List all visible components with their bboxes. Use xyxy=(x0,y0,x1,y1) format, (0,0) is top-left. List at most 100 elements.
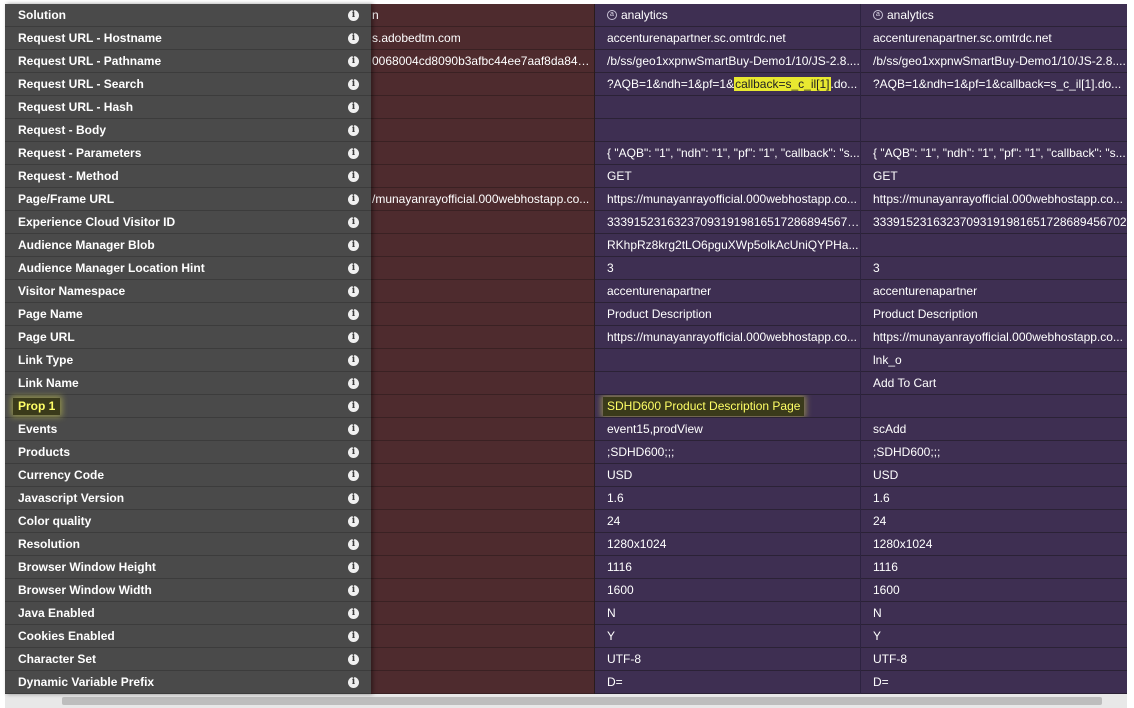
cell-second[interactable] xyxy=(595,96,860,119)
cell-second[interactable]: UTF-8 xyxy=(595,648,860,671)
cell-third[interactable]: ?AQB=1&ndh=1&pf=1&callback=s_c_il[1].do.… xyxy=(861,73,1127,96)
info-icon[interactable]: i xyxy=(348,170,359,182)
cell-second[interactable]: https://munayanrayofficial.000webhostapp… xyxy=(595,188,860,211)
info-icon[interactable]: i xyxy=(348,584,359,596)
info-icon[interactable]: i xyxy=(348,216,359,228)
cell-third[interactable] xyxy=(861,234,1127,257)
cell-second[interactable]: accenturenapartner xyxy=(595,280,860,303)
info-icon[interactable]: i xyxy=(348,331,359,343)
cell-second[interactable]: D= xyxy=(595,671,860,694)
info-icon[interactable]: i xyxy=(348,193,359,205)
field-label: Currency Code xyxy=(18,468,105,482)
cell-second[interactable]: 1.6 xyxy=(595,487,860,510)
cell-second[interactable]: RKhpRz8krg2tLO6pguXWp5olkAcUniQYPHa... xyxy=(595,234,860,257)
cell-third[interactable]: UTF-8 xyxy=(861,648,1127,671)
info-icon[interactable]: i xyxy=(348,308,359,320)
info-icon[interactable]: i xyxy=(348,423,359,435)
info-icon[interactable]: i xyxy=(348,285,359,297)
field-row-label: Request - Body i xyxy=(5,119,371,142)
cell-third[interactable]: 1280x1024 xyxy=(861,533,1127,556)
cell-second[interactable]: event15,prodView xyxy=(595,418,860,441)
info-icon[interactable]: i xyxy=(348,607,359,619)
field-row-label: Products i xyxy=(5,441,371,464)
scrollbar-thumb[interactable] xyxy=(62,697,1102,705)
info-icon[interactable]: i xyxy=(348,239,359,251)
cell-third[interactable]: 24 xyxy=(861,510,1127,533)
cell-third[interactable]: 1.6 xyxy=(861,487,1127,510)
cell-second[interactable]: 24 xyxy=(595,510,860,533)
field-label: Request URL - Search xyxy=(18,77,144,91)
cell-third[interactable]: { "AQB": "1", "ndh": "1", "pf": "1", "ca… xyxy=(861,142,1127,165)
cell-second[interactable]: ?AQB=1&ndh=1&pf=1&callback=s_c_il[1].do.… xyxy=(595,73,860,96)
cell-third[interactable]: accenturenapartner.sc.omtrdc.net xyxy=(861,27,1127,50)
cell-third[interactable]: 1600 xyxy=(861,579,1127,602)
cell-third[interactable]: 33391523163237093191981651728689456702 xyxy=(861,211,1127,234)
cell-third[interactable]: USD xyxy=(861,464,1127,487)
cell-second[interactable]: ;SDHD600;;; xyxy=(595,441,860,464)
info-icon[interactable]: i xyxy=(348,262,359,274)
cell-third[interactable]: https://munayanrayofficial.000webhostapp… xyxy=(861,188,1127,211)
info-icon[interactable]: i xyxy=(348,676,359,688)
cell-second[interactable]: USD xyxy=(595,464,860,487)
cell-second[interactable]: 1116 xyxy=(595,556,860,579)
info-icon[interactable]: i xyxy=(348,55,359,67)
cell-third[interactable]: D= xyxy=(861,671,1127,694)
info-icon[interactable]: i xyxy=(348,124,359,136)
info-icon[interactable]: i xyxy=(348,515,359,527)
cell-second[interactable]: N xyxy=(595,602,860,625)
cell-third[interactable]: scAdd xyxy=(861,418,1127,441)
cell-third[interactable]: Add To Cart xyxy=(861,372,1127,395)
info-icon[interactable]: i xyxy=(348,78,359,90)
info-icon[interactable]: i xyxy=(348,354,359,366)
info-icon[interactable]: i xyxy=(348,377,359,389)
cell-third[interactable] xyxy=(861,395,1127,418)
cell-second[interactable] xyxy=(595,349,860,372)
column-third-request[interactable]: a analytics accenturenapartner.sc.omtrdc.n… xyxy=(861,4,1127,694)
cell-third[interactable]: lnk_o xyxy=(861,349,1127,372)
info-icon[interactable]: i xyxy=(348,9,359,21)
info-icon[interactable]: i xyxy=(348,630,359,642)
cell-third[interactable]: /b/ss/geo1xxpnwSmartBuy-Demo1/10/JS-2.8.… xyxy=(861,50,1127,73)
cell-second[interactable] xyxy=(595,119,860,142)
horizontal-scrollbar[interactable] xyxy=(5,694,1127,708)
info-icon[interactable]: i xyxy=(348,147,359,159)
info-icon[interactable]: i xyxy=(348,538,359,550)
cell-second[interactable]: Product Description xyxy=(595,303,860,326)
cell-third[interactable]: accenturenapartner xyxy=(861,280,1127,303)
cell-second[interactable]: 33391523163237093191981651728689456702 xyxy=(595,211,860,234)
cell-second[interactable]: https://munayanrayofficial.000webhostapp… xyxy=(595,326,860,349)
cell-third[interactable]: ;SDHD600;;; xyxy=(861,441,1127,464)
cell-third[interactable]: N xyxy=(861,602,1127,625)
cell-third[interactable]: Y xyxy=(861,625,1127,648)
cell-second[interactable]: 3 xyxy=(595,257,860,280)
cell-second[interactable]: 1280x1024 xyxy=(595,533,860,556)
cell-second[interactable]: a analytics xyxy=(595,4,860,27)
cell-third[interactable]: 3 xyxy=(861,257,1127,280)
cell-second[interactable]: 1600 xyxy=(595,579,860,602)
cell-second[interactable]: SDHD600 Product Description Page xyxy=(595,395,860,418)
info-icon[interactable]: i xyxy=(348,653,359,665)
info-icon[interactable]: i xyxy=(348,492,359,504)
field-row-label: Browser Window Width i xyxy=(5,579,371,602)
info-icon[interactable]: i xyxy=(348,446,359,458)
cell-third[interactable]: 1116 xyxy=(861,556,1127,579)
cell-third[interactable]: a analytics xyxy=(861,4,1127,27)
info-icon[interactable]: i xyxy=(348,101,359,113)
cell-third[interactable] xyxy=(861,119,1127,142)
cell-second[interactable]: /b/ss/geo1xxpnwSmartBuy-Demo1/10/JS-2.8.… xyxy=(595,50,860,73)
cell-third[interactable]: https://munayanrayofficial.000webhostapp… xyxy=(861,326,1127,349)
info-icon[interactable]: i xyxy=(348,469,359,481)
cell-third[interactable] xyxy=(861,96,1127,119)
column-second-request[interactable]: a analytics accenturenapartner.sc.omtrdc.n… xyxy=(595,4,861,694)
info-icon[interactable]: i xyxy=(348,561,359,573)
cell-second[interactable]: { "AQB": "1", "ndh": "1", "pf": "1", "ca… xyxy=(595,142,860,165)
cell-second[interactable]: GET xyxy=(595,165,860,188)
cell-second[interactable]: accenturenapartner.sc.omtrdc.net xyxy=(595,27,860,50)
cell-second[interactable] xyxy=(595,372,860,395)
info-icon[interactable]: i xyxy=(348,32,359,44)
cell-third[interactable]: GET xyxy=(861,165,1127,188)
field-row-label: Request - Parameters i xyxy=(5,142,371,165)
cell-third[interactable]: Product Description xyxy=(861,303,1127,326)
cell-second[interactable]: Y xyxy=(595,625,860,648)
info-icon[interactable]: i xyxy=(348,400,359,412)
